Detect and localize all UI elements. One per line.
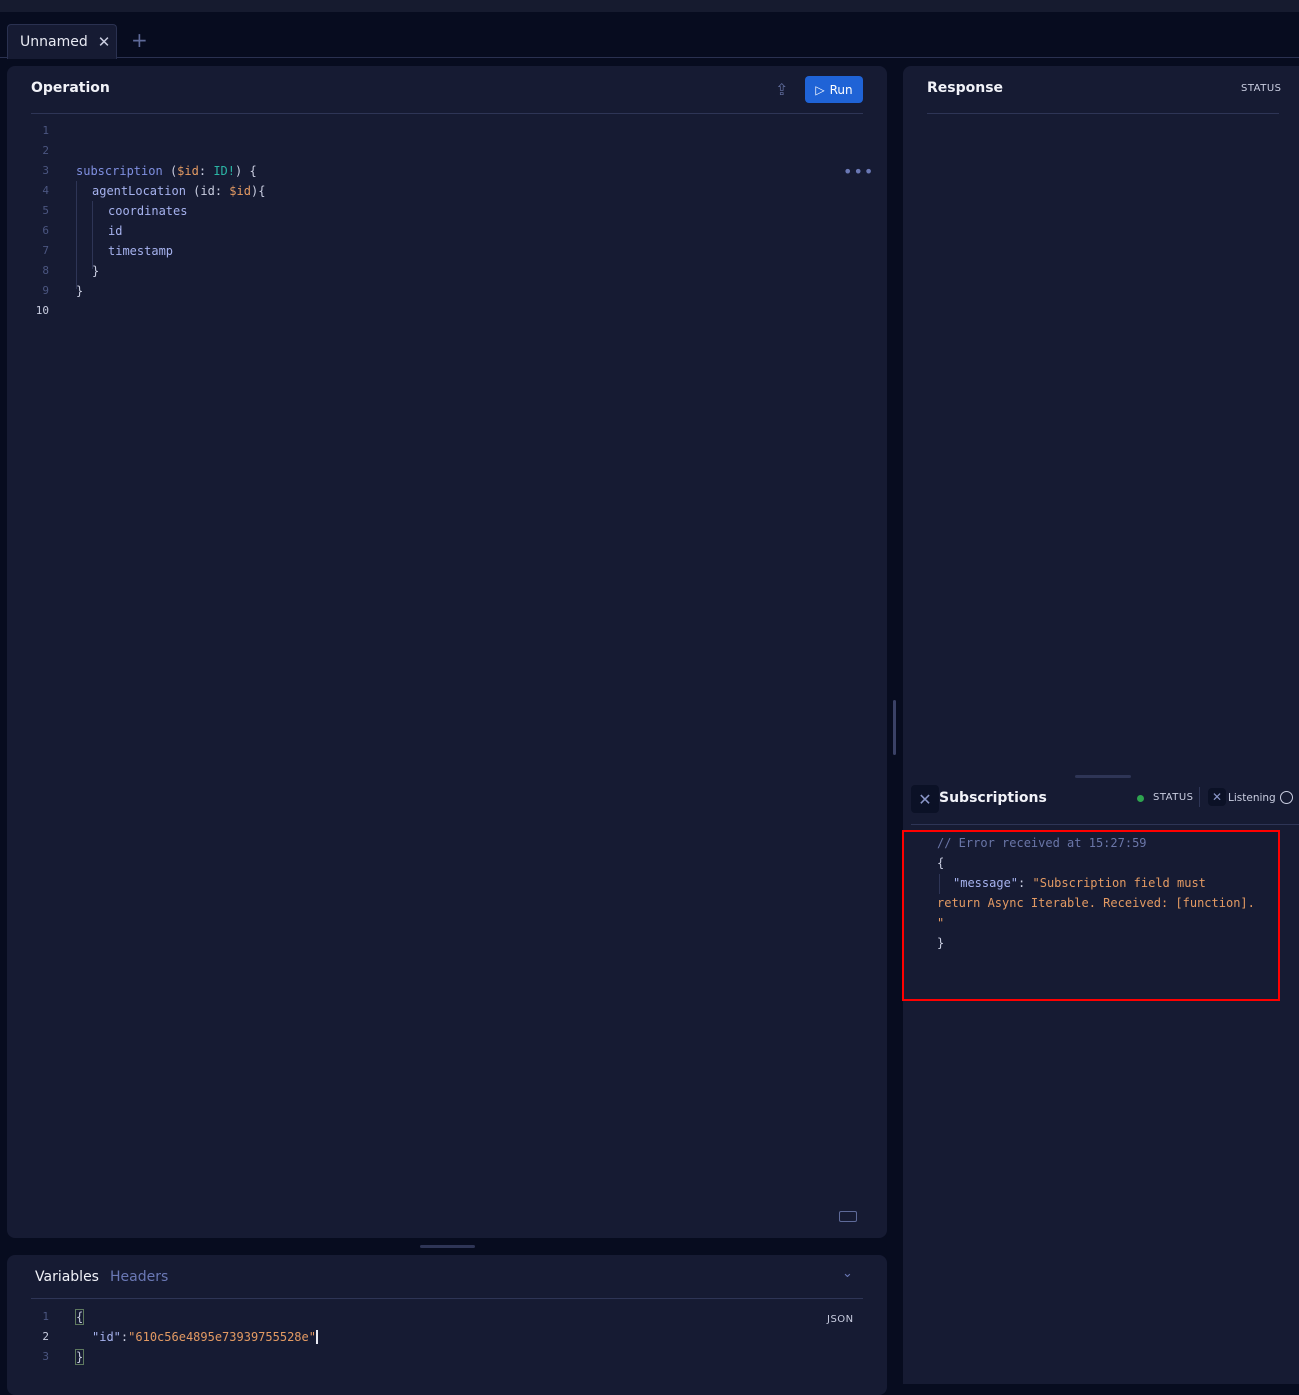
line-number: 8 bbox=[42, 264, 49, 277]
spinner-icon bbox=[1280, 791, 1293, 804]
subscriptions-title: Subscriptions bbox=[939, 790, 1047, 806]
divider bbox=[31, 1298, 863, 1299]
close-subscriptions-icon[interactable]: ✕ bbox=[911, 785, 939, 813]
code-field: timestamp bbox=[108, 244, 174, 258]
add-tab-icon[interactable]: + bbox=[131, 28, 148, 52]
code-punct: } bbox=[92, 264, 100, 278]
subscriptions-status: STATUS bbox=[1153, 792, 1194, 803]
keyboard-shortcuts-icon[interactable] bbox=[839, 1211, 857, 1222]
line-number: 2 bbox=[42, 144, 49, 157]
play-icon: ▷ bbox=[815, 82, 825, 97]
subscriptions-resize-handle[interactable] bbox=[1075, 775, 1131, 778]
code-variable: $id bbox=[229, 184, 251, 198]
divider bbox=[927, 113, 1279, 114]
code-args: (id: bbox=[193, 184, 223, 198]
code-type: ID! bbox=[213, 164, 236, 178]
line-number: 5 bbox=[42, 204, 49, 217]
code-keyword: subscription bbox=[76, 164, 163, 178]
response-title: Response bbox=[927, 80, 1004, 96]
line-number: 10 bbox=[35, 304, 49, 317]
collapse-chevron-icon[interactable]: ⌄ bbox=[842, 1266, 853, 1281]
format-label: JSON bbox=[827, 1314, 854, 1325]
vertical-resize-handle[interactable] bbox=[420, 1245, 475, 1248]
tab-variables[interactable]: Variables bbox=[35, 1269, 99, 1285]
code-punct: ){ bbox=[250, 184, 266, 198]
stop-listening-icon[interactable]: ✕ bbox=[1208, 788, 1226, 806]
code-key: "id" bbox=[92, 1330, 121, 1344]
code-punct: : bbox=[198, 164, 207, 178]
tab-unnamed[interactable]: Unnamed ✕ bbox=[7, 24, 117, 59]
divider bbox=[31, 113, 863, 114]
line-number: 1 bbox=[42, 124, 49, 137]
code-punct: } bbox=[74, 1349, 85, 1365]
code-field: agentLocation bbox=[92, 184, 186, 198]
run-button[interactable]: ▷ Run bbox=[805, 76, 863, 103]
tab-bar: Unnamed ✕ + bbox=[0, 12, 1299, 59]
top-strip bbox=[0, 0, 1299, 12]
highlight-box bbox=[902, 830, 1280, 1001]
line-number: 2 bbox=[42, 1330, 49, 1343]
line-number: 9 bbox=[42, 284, 49, 297]
listening-label: Listening bbox=[1228, 792, 1276, 804]
line-numbers: 1 2 3 bbox=[21, 1307, 49, 1367]
separator bbox=[1199, 787, 1200, 807]
horizontal-resize-handle[interactable] bbox=[893, 700, 896, 755]
variables-panel: Variables Headers ⌄ JSON 1 2 3 { "id":"6… bbox=[7, 1255, 887, 1395]
operation-editor[interactable]: subscription ($id: ID!) { agentLocation … bbox=[76, 121, 836, 301]
variables-editor[interactable]: { "id":"610c56e4895e73939755528e" } bbox=[74, 1307, 318, 1367]
operation-title: Operation bbox=[31, 80, 110, 96]
tab-headers[interactable]: Headers bbox=[110, 1269, 168, 1285]
run-label: Run bbox=[829, 82, 853, 97]
share-icon[interactable]: ⇪ bbox=[775, 80, 788, 99]
code-punct: { bbox=[74, 1309, 85, 1325]
code-field: coordinates bbox=[108, 204, 188, 218]
close-tab-icon[interactable]: ✕ bbox=[98, 33, 111, 51]
status-dot-icon bbox=[1137, 795, 1144, 802]
line-number: 4 bbox=[42, 184, 49, 197]
code-punct: ) { bbox=[235, 164, 257, 178]
code-string: "610c56e4895e73939755528e" bbox=[128, 1330, 318, 1344]
more-options-icon[interactable]: ••• bbox=[843, 162, 874, 181]
code-field: id bbox=[108, 224, 123, 238]
tab-label: Unnamed bbox=[20, 34, 88, 50]
line-numbers: 1 2 3 4 5 6 7 8 9 10 bbox=[21, 121, 49, 321]
response-panel: Response STATUS ✕ Subscriptions STATUS ✕… bbox=[903, 66, 1299, 1384]
line-number: 3 bbox=[42, 1350, 49, 1363]
line-number: 7 bbox=[42, 244, 49, 257]
divider bbox=[911, 824, 1299, 825]
line-number: 1 bbox=[42, 1310, 49, 1323]
response-status: STATUS bbox=[1241, 83, 1282, 94]
code-variable: $id bbox=[177, 164, 199, 178]
line-number: 6 bbox=[42, 224, 49, 237]
line-number: 3 bbox=[42, 164, 49, 177]
operation-panel: Operation ⇪ ▷ Run 1 2 3 4 5 6 7 8 9 10 su… bbox=[7, 66, 887, 1238]
code-punct: } bbox=[76, 284, 84, 298]
